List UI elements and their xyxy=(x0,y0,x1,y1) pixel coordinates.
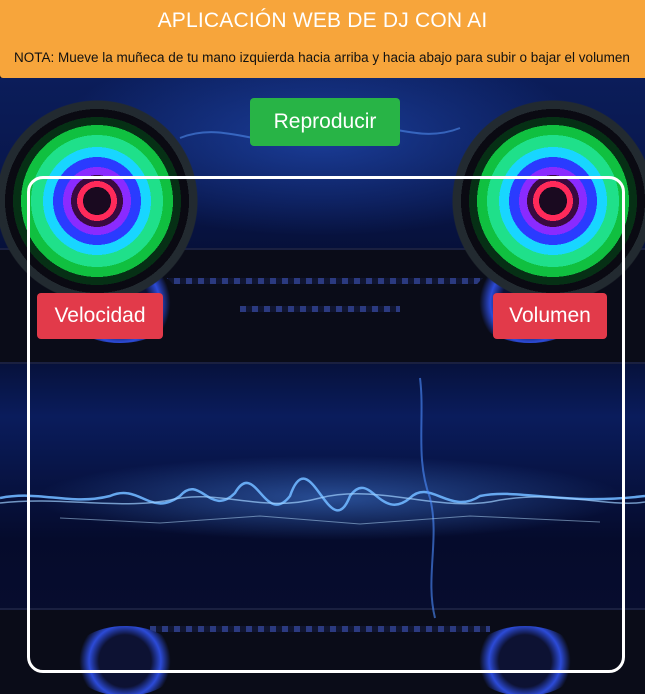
video-frame xyxy=(27,176,625,673)
app-title: APLICACIÓN WEB DE DJ CON AI xyxy=(157,9,488,32)
app-header: APLICACIÓN WEB DE DJ CON AI NOTA: Mueve … xyxy=(0,0,645,78)
instructions-note: NOTA: Mueve la muñeca de tu mano izquier… xyxy=(14,50,630,65)
speed-button[interactable]: Velocidad xyxy=(37,293,163,339)
volume-button[interactable]: Volumen xyxy=(493,293,607,339)
play-button[interactable]: Reproducir xyxy=(250,98,400,146)
